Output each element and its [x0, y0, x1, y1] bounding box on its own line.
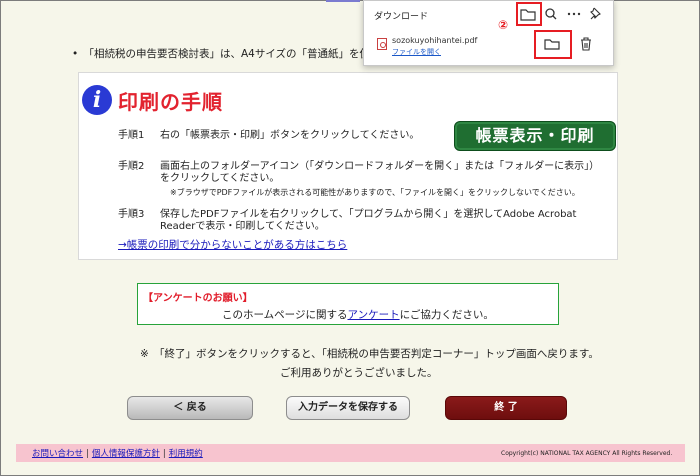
download-panel-title: ダウンロード — [374, 12, 429, 22]
back-button[interactable]: ＜ 戻る — [127, 396, 253, 420]
return-note: ※ 「終了」ボタンをクリックすると、「相続税の申告要否判定コーナー」トップ画面へ… — [140, 348, 599, 360]
step-3-number: 手順3 — [118, 209, 145, 220]
folder-highlight-box — [516, 2, 542, 26]
info-icon: i — [82, 85, 112, 115]
footer-link-privacy[interactable]: 個人情報保護方針 — [92, 449, 160, 459]
footer-link-contact[interactable]: お問い合わせ — [32, 449, 83, 459]
end-button[interactable]: 終 了 — [445, 396, 567, 420]
step-2-text: 画面右上のフォルダーアイコン（「ダウンロードフォルダーを開く」または「フォルダー… — [160, 161, 600, 184]
thanks-note: ご利用ありがとうございました。 — [280, 367, 438, 379]
show-print-form-button[interactable]: 帳票表示・印刷 — [454, 121, 616, 151]
pin-icon[interactable] — [586, 5, 606, 23]
footer-link-terms[interactable]: 利用規約 — [169, 449, 203, 459]
bullet-note-text: 「相続税の申告要否検討表」は、A4サイズの「普通紙」を使 — [88, 48, 371, 60]
survey-link[interactable]: アンケート — [347, 309, 399, 321]
step-1-number: 手順1 — [118, 130, 145, 141]
more-icon[interactable] — [564, 5, 584, 23]
step-3-text: 保存したPDFファイルを右クリックして、「プログラムから開く」を選択してAdob… — [160, 209, 577, 232]
search-icon[interactable] — [541, 5, 561, 23]
pdf-file-icon — [377, 38, 387, 50]
footer-separator: | — [86, 449, 89, 459]
footer-separator: | — [162, 449, 166, 459]
survey-prefix: このホームページに関する — [222, 309, 348, 321]
step-2-number: 手順2 — [118, 161, 145, 172]
print-help-link[interactable]: →帳票の印刷で分からないことがある方はこちら — [118, 237, 347, 252]
copyright: Copyright(c) NATIONAL TAX AGENCY All Rig… — [501, 450, 673, 457]
save-data-button[interactable]: 入力データを保存する — [286, 396, 410, 420]
step-1-text: 右の「帳票表示・印刷」ボタンをクリックしてください。 — [160, 130, 420, 141]
section-title: 印刷の手順 — [118, 90, 223, 114]
bullet-note: • 「相続税の申告要否検討表」は、A4サイズの「普通紙」を使 — [72, 48, 371, 60]
trash-icon[interactable] — [578, 35, 594, 53]
step-badge: ② — [498, 18, 509, 32]
download-file-name[interactable]: sozokuyohihantei.pdf — [392, 36, 477, 45]
open-file-link[interactable]: ファイルを開く — [392, 47, 441, 57]
scrolled-link-fragment[interactable] — [326, 0, 360, 2]
folder-icon[interactable] — [542, 36, 562, 52]
footer-links: お問い合わせ | 個人情報保護方針 | 利用規約 — [32, 447, 203, 459]
survey-title: 【アンケートのお願い】 — [143, 293, 253, 304]
survey-suffix: にご協力ください。 — [399, 309, 494, 321]
survey-text: このホームページに関するアンケートにご協力ください。 — [222, 307, 494, 322]
step-2-note: ※ブラウザでPDFファイルが表示される可能性がありますので、「ファイルを開く」を… — [170, 188, 580, 197]
